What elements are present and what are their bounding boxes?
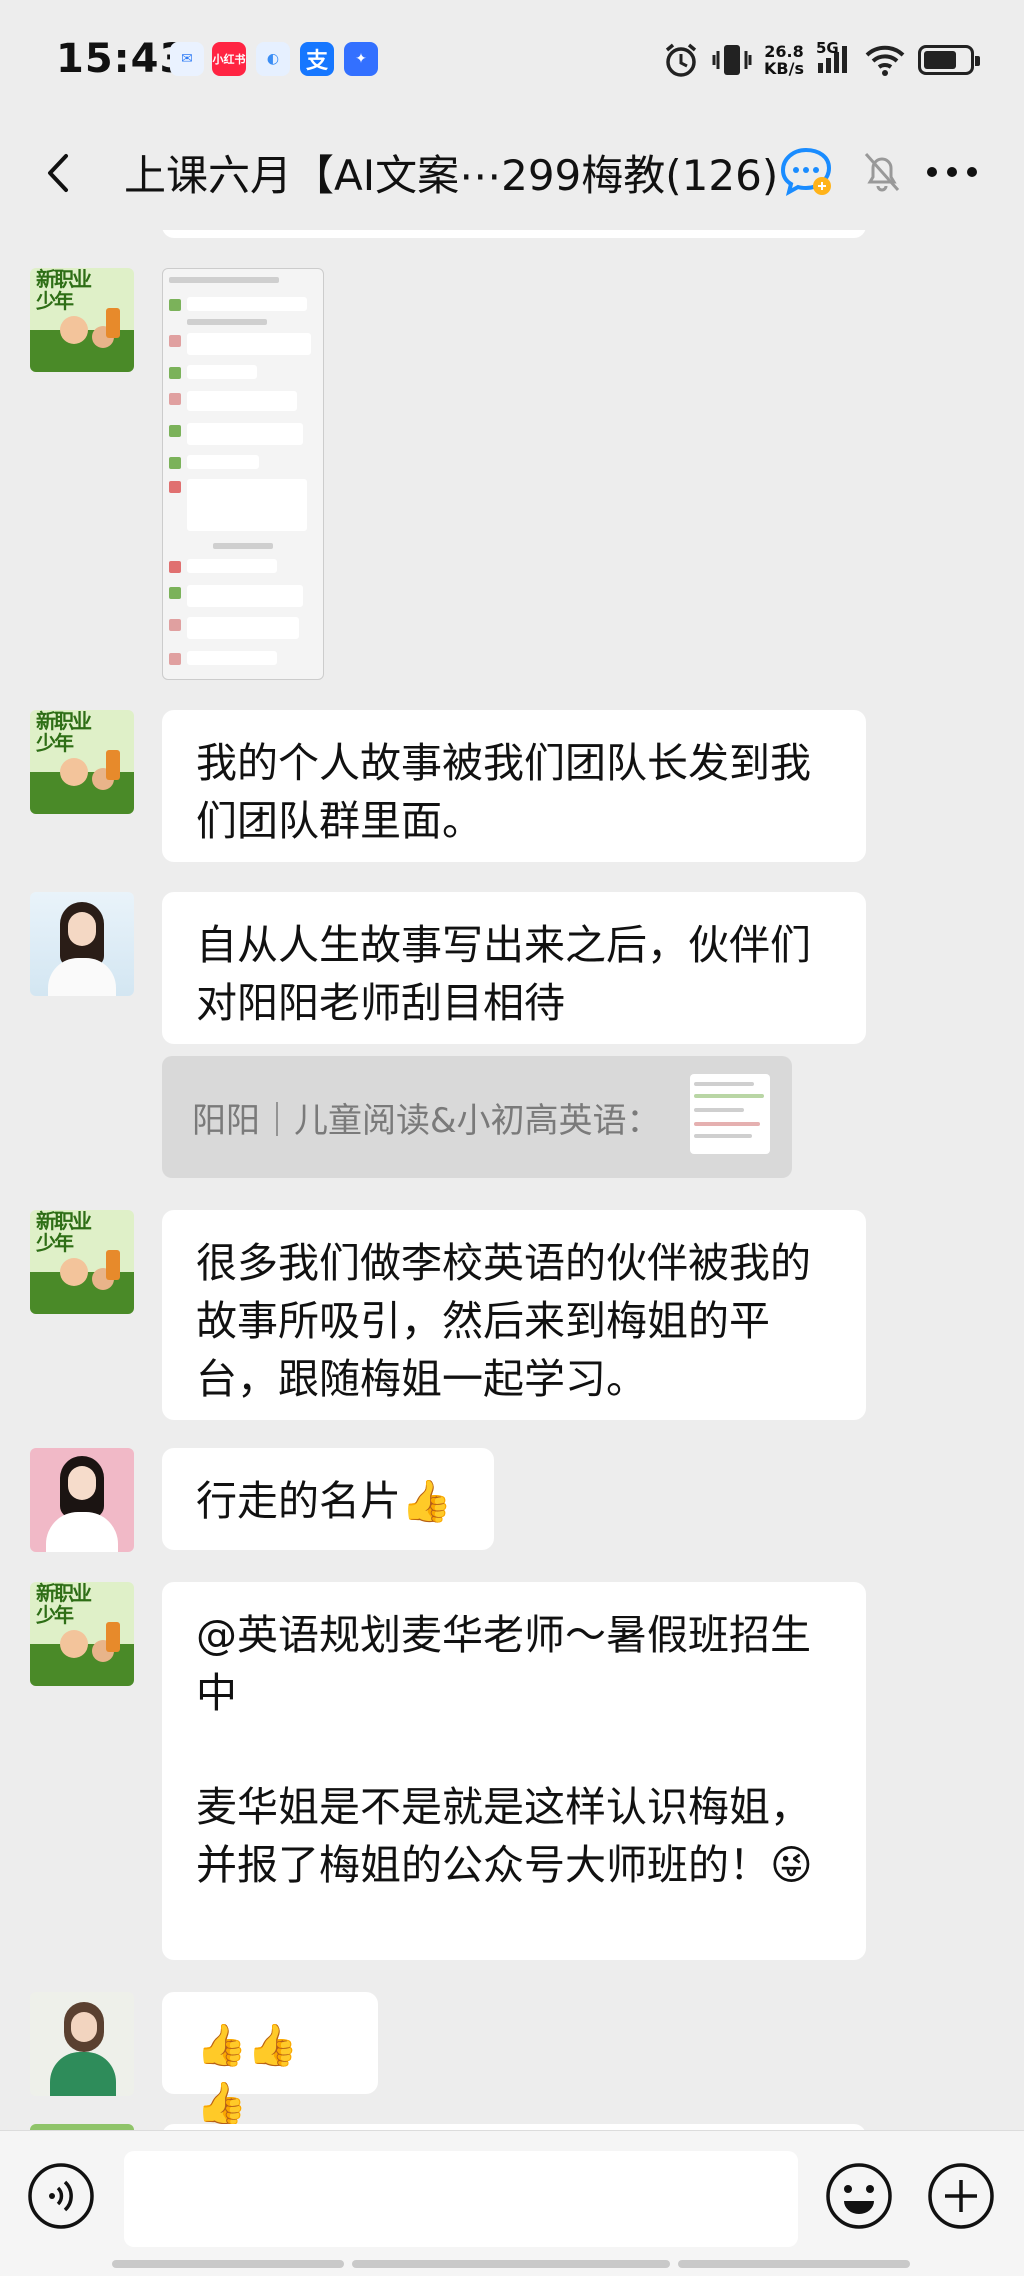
voice-input-icon[interactable] — [26, 2161, 96, 2231]
text-message-bubble[interactable]: 很多我们做李校英语的伙伴被我的故事所吸引，然后来到梅姐的平台，跟随梅姐一起学习。 — [162, 1210, 866, 1420]
message-input[interactable] — [124, 2151, 798, 2247]
text-message-bubble[interactable]: @英语规划麦华老师～暑假班招生中 麦华姐是不是就是这样认识梅姐，并报了梅姐的公众… — [162, 1582, 866, 1960]
more-options-icon[interactable] — [926, 164, 978, 180]
sender-avatar[interactable]: 新职业少年 — [30, 710, 134, 814]
sender-avatar[interactable]: 新职业少年 — [30, 1210, 134, 1314]
message-item: 新职业少年 — [30, 268, 324, 680]
xiaohongshu-icon: 小红书 — [212, 42, 246, 76]
sender-avatar[interactable]: 新职业少年 — [30, 268, 134, 372]
message-item: 行走的名片👍 — [30, 1448, 494, 1552]
message-item: 新职业少年 很多我们做李校英语的伙伴被我的故事所吸引，然后来到梅姐的平台，跟随梅… — [30, 1210, 866, 1420]
message-app-icon: ✉ — [170, 42, 204, 76]
gesture-bar — [352, 2260, 670, 2268]
message-text-line: @英语规划麦华老师～暑假班招生中 — [196, 1611, 811, 1717]
alarm-icon — [665, 43, 697, 77]
message-text: 自从人生故事写出来之后，伙伴们对阳阳老师刮目相待 — [196, 921, 811, 1027]
clock: 15:43 — [56, 36, 189, 82]
quoted-message[interactable]: 阳阳｜儿童阅读&小初高英语： — [162, 1056, 792, 1178]
vibrate-icon — [712, 45, 752, 75]
message-item: 自从人生故事写出来之后，伙伴们对阳阳老师刮目相待 — [30, 892, 866, 1044]
quote-text: 阳阳｜儿童阅读&小初高英语： — [192, 1100, 661, 1141]
add-more-icon[interactable] — [926, 2161, 996, 2231]
message-item: 新职业少年 @英语规划麦华老师～暑假班招生中 麦华姐是不是就是这样认识梅姐，并报… — [30, 1582, 866, 1960]
cellular-signal-icon: 5G — [816, 39, 852, 79]
message-list[interactable]: 新职业少年 新职业少年 我的个人故事被我们团队长发到我们团队群里面。 自从人生故… — [0, 230, 1024, 2130]
previous-message-bubble — [162, 230, 866, 238]
sender-avatar[interactable]: 新职业少年 — [30, 1582, 134, 1686]
message-item: 👍👍👍 — [30, 1992, 378, 2127]
quote-thumbnail — [690, 1074, 770, 1154]
chat-header: 上课六月【AI文案⋯299梅教(126) — [0, 120, 1024, 230]
message-text: 很多我们做李校英语的伙伴被我的故事所吸引，然后来到梅姐的平台，跟随梅姐一起学习。 — [196, 1239, 811, 1403]
lark-app-icon: ✦ — [344, 42, 378, 76]
emoji-icon[interactable] — [824, 2161, 894, 2231]
chat-title[interactable]: 上课六月【AI文案⋯299梅教(126) — [124, 142, 778, 203]
battery-icon — [918, 45, 980, 75]
sender-avatar[interactable] — [30, 1992, 134, 2096]
message-text: 👍👍👍 — [196, 2021, 299, 2127]
alipay-icon: 支 — [300, 42, 334, 76]
image-message[interactable] — [162, 268, 324, 680]
text-message-bubble[interactable]: 我的个人故事被我们团队长发到我们团队群里面。 — [162, 710, 866, 862]
sender-avatar[interactable] — [30, 1448, 134, 1552]
docs-app-icon: ◐ — [256, 42, 290, 76]
text-message-bubble[interactable]: 👍👍👍 — [162, 1992, 378, 2127]
message-text-line: 麦华姐是不是就是这样认识梅姐，并报了梅姐的公众号大师班的！😜 — [196, 1783, 813, 1889]
gesture-bar — [678, 2260, 910, 2268]
gesture-bar — [112, 2260, 344, 2268]
message-item: 新职业少年 我的个人故事被我们团队长发到我们团队群里面。 — [30, 710, 866, 862]
text-message-bubble[interactable]: 行走的名片👍 — [162, 1448, 494, 1550]
message-text: 行走的名片👍 — [196, 1477, 453, 1525]
sender-avatar[interactable] — [30, 892, 134, 996]
status-bar: 15:43 ✉ 小红书 ◐ 支 ✦ 26.8 KB/s 5G — [0, 0, 1024, 120]
wifi-icon — [865, 45, 905, 76]
message-text: 我的个人故事被我们团队长发到我们团队群里面。 — [196, 739, 811, 845]
channel-chat-icon[interactable] — [778, 144, 836, 200]
text-message-bubble[interactable]: 自从人生故事写出来之后，伙伴们对阳阳老师刮目相待 — [162, 892, 866, 1044]
network-speed: 26.8 KB/s — [764, 42, 804, 78]
mute-bell-icon — [864, 153, 900, 192]
back-arrow-icon[interactable] — [36, 148, 86, 198]
input-bar — [0, 2130, 1024, 2276]
